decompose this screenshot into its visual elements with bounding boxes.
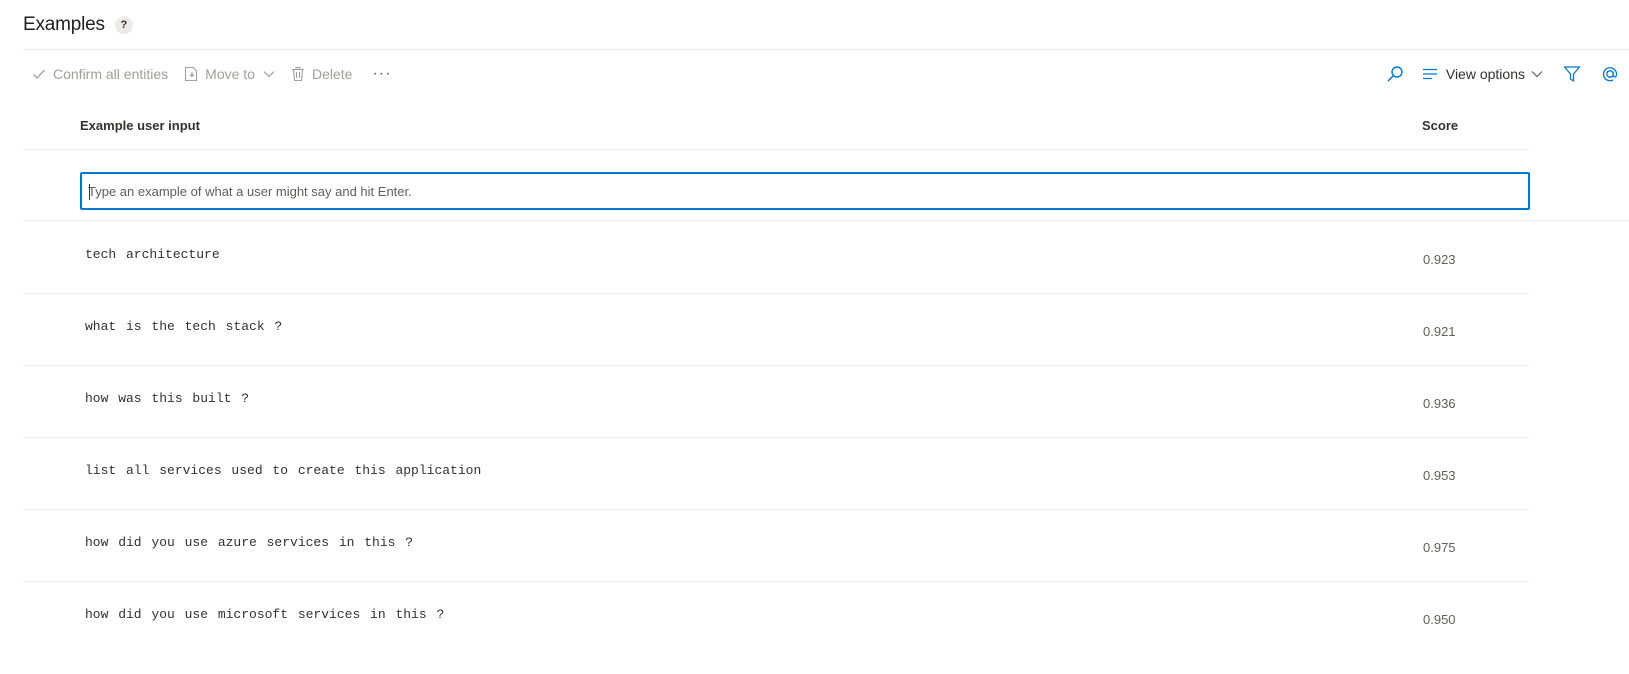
move-to-button[interactable]: Move to [184, 66, 275, 82]
example-score: 0.936 [1423, 396, 1456, 411]
page-title: Examples [23, 14, 105, 35]
help-icon[interactable]: ? [114, 16, 133, 34]
example-text[interactable]: how did you use azure services in this ? [85, 535, 413, 550]
example-text[interactable]: what is the tech stack ? [85, 319, 282, 334]
column-header-score[interactable]: Score [1422, 118, 1458, 133]
filter-button[interactable] [1563, 65, 1581, 83]
table-row[interactable]: how was this built ? 0.936 [23, 365, 1529, 438]
filter-icon [1563, 66, 1581, 82]
chevron-down-icon [1531, 71, 1543, 78]
chevron-down-icon [263, 71, 275, 78]
check-icon [33, 69, 45, 79]
confirm-all-entities-button[interactable]: Confirm all entities [32, 66, 168, 82]
mention-button[interactable] [1601, 65, 1619, 83]
example-score: 0.950 [1423, 612, 1456, 627]
delete-label: Delete [311, 66, 353, 82]
table-row[interactable]: what is the tech stack ? 0.921 [23, 293, 1529, 366]
search-button[interactable] [1386, 65, 1404, 83]
example-score: 0.923 [1423, 252, 1456, 267]
column-header-input[interactable]: Example user input [80, 118, 200, 133]
example-text[interactable]: tech architecture [85, 247, 220, 262]
search-icon [1387, 66, 1403, 82]
table-row[interactable]: how did you use microsoft services in th… [23, 581, 1529, 653]
confirm-all-entities-label: Confirm all entities [53, 66, 169, 82]
more-options-button[interactable]: ··· [372, 65, 391, 83]
example-score: 0.953 [1423, 468, 1456, 483]
trash-icon [291, 66, 304, 82]
text-caret [89, 184, 90, 200]
example-text[interactable]: how was this built ? [85, 391, 249, 406]
command-bar: Confirm all entities Move to Delete ··· [23, 56, 1629, 92]
move-doc-icon [185, 66, 198, 82]
move-to-label: Move to [205, 66, 255, 82]
lines-icon [1422, 68, 1437, 80]
table-row[interactable]: list all services used to create this ap… [23, 437, 1529, 510]
example-score: 0.975 [1423, 540, 1456, 555]
column-header-divider [23, 149, 1529, 150]
new-example-input-box [80, 172, 1530, 210]
section-header: Examples ? [23, 14, 133, 36]
delete-button[interactable]: Delete [291, 66, 352, 82]
example-text[interactable]: how did you use microsoft services in th… [85, 607, 444, 622]
view-options-label: View options [1445, 66, 1525, 82]
view-options-button[interactable]: View options [1422, 66, 1543, 82]
new-example-input[interactable] [82, 174, 1528, 208]
header-divider [23, 49, 1629, 50]
example-text[interactable]: list all services used to create this ap… [85, 463, 481, 478]
at-icon [1602, 67, 1618, 82]
table-row[interactable]: tech architecture 0.923 [23, 221, 1529, 294]
table-row[interactable]: how did you use azure services in this ?… [23, 509, 1529, 582]
example-score: 0.921 [1423, 324, 1456, 339]
